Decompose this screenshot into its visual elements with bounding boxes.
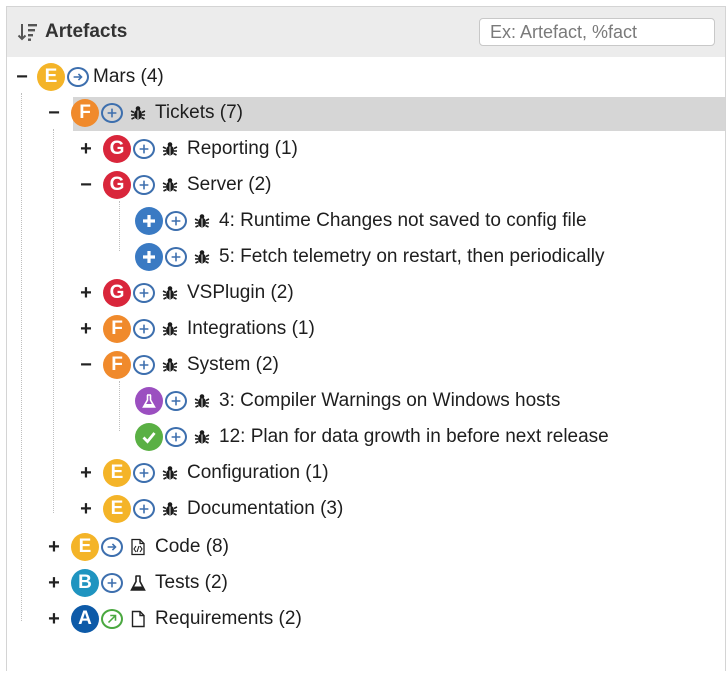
check-icon (135, 423, 163, 451)
plus-circle-icon[interactable] (133, 175, 155, 195)
bug-icon (161, 464, 179, 482)
bug-icon (193, 212, 211, 230)
plus-circle-icon[interactable] (101, 573, 123, 593)
tree-leaf-item-3[interactable]: 3: Compiler Warnings on Windows hosts (7, 383, 560, 419)
tree-node-requirements[interactable]: + A Requirements (2) (7, 601, 302, 637)
badge-e: E (71, 533, 99, 561)
tree-node-label: Tests (2) (155, 572, 228, 593)
expand-toggle[interactable]: + (79, 139, 93, 159)
arrow-right-circle-icon[interactable] (67, 67, 89, 87)
expand-toggle[interactable]: + (47, 609, 61, 629)
tree-node-label: 12: Plan for data growth in before next … (219, 426, 609, 447)
document-icon (131, 610, 145, 628)
expand-toggle[interactable]: + (79, 319, 93, 339)
tree-node-label: Mars (4) (93, 66, 164, 87)
bug-icon (161, 140, 179, 158)
tree-node-label: Reporting (1) (187, 138, 298, 159)
bug-icon (193, 428, 211, 446)
badge-e: E (37, 63, 65, 91)
badge-f: F (71, 99, 99, 127)
tree-node-system[interactable]: − F System (2) (7, 347, 279, 383)
collapse-toggle[interactable]: − (79, 175, 93, 195)
tree-node-server[interactable]: − G Server (2) (7, 167, 271, 203)
bug-icon (193, 248, 211, 266)
bug-icon (161, 176, 179, 194)
tree-node-label: VSPlugin (2) (187, 282, 294, 303)
tree-node-mars[interactable]: − E Mars (4) (7, 59, 164, 95)
tree-node-label: Documentation (3) (187, 498, 344, 519)
tree-node-documentation[interactable]: + E Documentation (3) (7, 491, 343, 527)
tree-node-label: Integrations (1) (187, 318, 315, 339)
expand-toggle[interactable]: + (79, 283, 93, 303)
artefact-tree: − E Mars (4) − F Tickets (7) + G Reporti… (7, 7, 725, 671)
artefacts-panel: Artefacts − E Mars (4) − F Ticket (6, 6, 726, 671)
tree-leaf-item-12[interactable]: 12: Plan for data growth in before next … (7, 419, 609, 455)
bug-icon (161, 500, 179, 518)
tree-node-tickets[interactable]: − F Tickets (7) (7, 95, 243, 131)
expand-toggle[interactable]: + (47, 573, 61, 593)
badge-f: F (103, 315, 131, 343)
flask-icon (130, 575, 146, 591)
badge-a: A (71, 605, 99, 633)
plus-circle-icon[interactable] (133, 463, 155, 483)
plus-circle-icon[interactable] (165, 391, 187, 411)
plus-circle-icon[interactable] (133, 499, 155, 519)
expand-toggle[interactable]: + (79, 463, 93, 483)
tree-leaf-item-4[interactable]: 4: Runtime Changes not saved to config f… (7, 203, 587, 239)
tree-node-reporting[interactable]: + G Reporting (1) (7, 131, 298, 167)
badge-f: F (103, 351, 131, 379)
tree-node-vsplugin[interactable]: + G VSPlugin (2) (7, 275, 294, 311)
tree-node-label: 4: Runtime Changes not saved to config f… (219, 210, 587, 231)
badge-g: G (103, 279, 131, 307)
tree-node-label: Tickets (7) (155, 102, 243, 123)
tree-node-label: Requirements (2) (155, 608, 302, 629)
plus-circle-icon[interactable] (133, 283, 155, 303)
tree-node-label: 3: Compiler Warnings on Windows hosts (219, 390, 561, 411)
tree-node-label: Server (2) (187, 174, 272, 195)
bug-icon (161, 284, 179, 302)
arrow-right-circle-icon[interactable] (101, 537, 123, 557)
badge-b: B (71, 569, 99, 597)
bug-icon (129, 104, 147, 122)
tree-node-label: Code (8) (155, 536, 229, 557)
plus-circle-icon[interactable] (165, 247, 187, 267)
plus-circle-icon[interactable] (133, 355, 155, 375)
collapse-toggle[interactable]: − (79, 355, 93, 375)
collapse-toggle[interactable]: − (47, 103, 61, 123)
tree-node-tests[interactable]: + B Tests (2) (7, 565, 228, 601)
plus-status-icon (135, 243, 163, 271)
collapse-toggle[interactable]: − (15, 67, 29, 87)
badge-e: E (103, 459, 131, 487)
plus-circle-icon[interactable] (101, 103, 123, 123)
badge-e: E (103, 495, 131, 523)
tree-node-label: Configuration (1) (187, 462, 329, 483)
bug-icon (161, 356, 179, 374)
badge-g: G (103, 135, 131, 163)
bug-icon (161, 320, 179, 338)
tree-node-label: 5: Fetch telemetry on restart, then peri… (219, 246, 605, 267)
plus-circle-icon[interactable] (165, 427, 187, 447)
tree-node-configuration[interactable]: + E Configuration (1) (7, 455, 329, 491)
tree-node-label: System (2) (187, 354, 279, 375)
plus-circle-icon[interactable] (133, 319, 155, 339)
tree-node-integrations[interactable]: + F Integrations (1) (7, 311, 315, 347)
plus-status-icon (135, 207, 163, 235)
code-file-icon (131, 538, 145, 556)
flask-status-icon (135, 387, 163, 415)
tree-leaf-item-5[interactable]: 5: Fetch telemetry on restart, then peri… (7, 239, 604, 275)
badge-g: G (103, 171, 131, 199)
bug-icon (193, 392, 211, 410)
expand-toggle[interactable]: + (47, 537, 61, 557)
plus-circle-icon[interactable] (133, 139, 155, 159)
arrow-up-right-circle-icon[interactable] (101, 609, 123, 629)
plus-circle-icon[interactable] (165, 211, 187, 231)
tree-node-code[interactable]: + E Code (8) (7, 529, 229, 565)
expand-toggle[interactable]: + (79, 499, 93, 519)
